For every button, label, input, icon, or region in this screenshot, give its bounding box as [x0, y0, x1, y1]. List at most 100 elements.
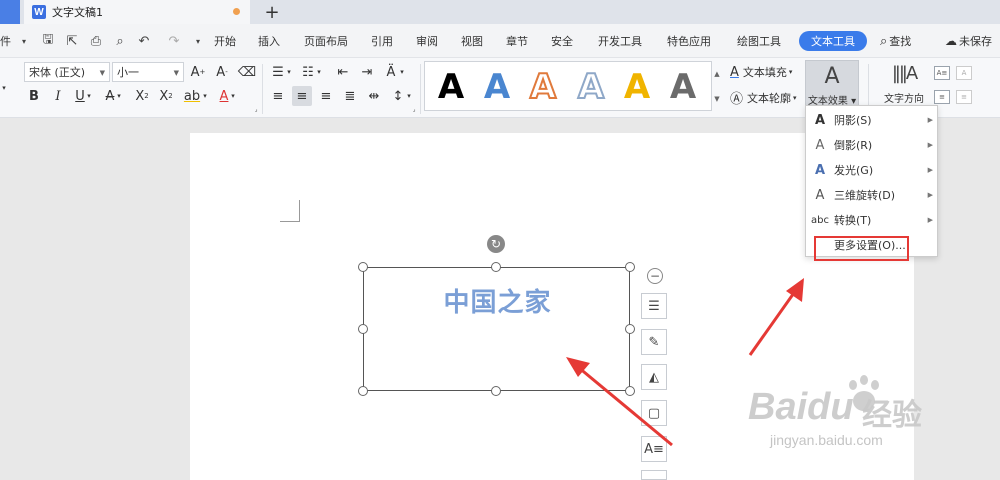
bold-icon[interactable]: B — [24, 86, 44, 106]
menu-dev-tools[interactable]: 开发工具 — [598, 24, 642, 58]
wps-writer-icon: W — [32, 5, 46, 19]
text-wrap-icon[interactable]: A≡ — [641, 436, 667, 462]
paragraph-dialog-launcher-icon[interactable]: ⌟ — [410, 104, 418, 114]
textbox-align-icon[interactable]: ≡ — [934, 90, 950, 104]
resize-handle[interactable] — [625, 262, 635, 272]
rotate-handle-icon[interactable]: ↻ — [487, 235, 505, 253]
print-icon[interactable]: ⎙ — [88, 33, 104, 49]
menu-item-shadow[interactable]: A 阴影(S) ▶ — [806, 108, 939, 132]
undo-icon[interactable]: ↶ — [136, 33, 152, 49]
collapse-toolbar-icon[interactable]: − — [647, 268, 663, 284]
superscript-icon[interactable]: X2 — [132, 86, 152, 106]
text-box[interactable]: 中国之家 — [363, 267, 630, 391]
resize-handle[interactable] — [358, 386, 368, 396]
text-outline-button[interactable]: Ⓐ 文本轮廓 ▾ — [730, 88, 797, 108]
menu-special[interactable]: 特色应用 — [667, 24, 711, 58]
align-right-icon[interactable]: ≡ — [316, 86, 336, 106]
layout-options-icon[interactable]: ☰ — [641, 293, 667, 319]
distributed-align-icon[interactable]: ⇹ — [364, 86, 384, 106]
font-size-select[interactable]: 小一 ▼ — [112, 62, 184, 82]
font-color-dropdown-icon[interactable]: ▾ — [228, 86, 238, 106]
export-icon[interactable]: ⇱ — [64, 33, 80, 49]
text-outline-icon: Ⓐ — [730, 92, 744, 107]
more-quick-icon[interactable]: ▾ — [190, 33, 206, 49]
italic-icon[interactable]: I — [48, 86, 68, 106]
menu-item-transform[interactable]: abc 转换(T) ▶ — [806, 208, 939, 232]
menu-file[interactable]: 件 — [0, 24, 11, 58]
shape-fill-icon[interactable]: ◭ — [641, 364, 667, 390]
resize-handle[interactable] — [358, 324, 368, 334]
gallery-up-icon[interactable]: ▲ — [714, 70, 719, 78]
document-tab[interactable]: W 文字文稿1 — [24, 0, 250, 24]
text-style-black[interactable]: A — [431, 65, 471, 109]
menu-drawing-tools[interactable]: 绘图工具 — [737, 24, 781, 58]
subscript-icon[interactable]: X2 — [156, 86, 176, 106]
menu-start[interactable]: 开始 — [214, 24, 236, 58]
text-style-orange-outline[interactable]: A — [523, 65, 563, 109]
link-textbox-icon[interactable]: A — [956, 66, 972, 80]
font-name-select[interactable]: 宋体 (正文) ▼ — [24, 62, 110, 82]
menu-item-label: 转换(T) — [834, 214, 872, 227]
gallery-scroll[interactable]: ▲ ▼ — [712, 61, 722, 111]
save-icon[interactable]: 🖫 — [40, 32, 56, 49]
menu-insert[interactable]: 插入 — [258, 24, 280, 58]
justify-icon[interactable]: ≣ — [340, 86, 360, 106]
text-style-light-outline[interactable]: A — [571, 65, 611, 109]
search-label: 查找 — [889, 35, 912, 48]
shape-style-icon[interactable]: ✎ — [641, 329, 667, 355]
bullet-dropdown-icon[interactable]: ▾ — [284, 62, 294, 82]
menu-item-glow[interactable]: A 发光(G) ▶ — [806, 158, 939, 182]
resize-handle[interactable] — [625, 324, 635, 334]
text-box-content[interactable]: 中国之家 — [364, 282, 631, 319]
redo-icon[interactable]: ↷ — [166, 33, 182, 49]
search-icon: ⌕ — [880, 33, 888, 49]
align-center-icon[interactable]: ≡ — [292, 86, 312, 106]
gallery-down-icon[interactable]: ▼ — [714, 95, 719, 103]
new-tab-button[interactable]: + — [258, 0, 286, 24]
text-style-blue[interactable]: A — [477, 65, 517, 109]
underline-dropdown-icon[interactable]: ▾ — [84, 86, 94, 106]
menu-view[interactable]: 视图 — [461, 24, 483, 58]
clear-format-icon[interactable]: ⌫ — [237, 62, 257, 82]
numbered-dropdown-icon[interactable]: ▾ — [314, 62, 324, 82]
collapsed-group-icon[interactable]: ▾ — [0, 78, 8, 98]
submenu-arrow-icon: ▶ — [927, 116, 933, 124]
grow-font-icon[interactable]: A + — [188, 62, 208, 82]
text-style-gray-gradient[interactable]: A — [663, 65, 703, 109]
highlight-dropdown-icon[interactable]: ▾ — [200, 86, 210, 106]
shrink-font-icon[interactable]: A- — [212, 62, 232, 82]
app-home-button[interactable] — [0, 0, 20, 24]
phonetic-dropdown-icon[interactable]: ▾ — [397, 62, 407, 82]
text-box-icon[interactable]: A≡ — [934, 66, 950, 80]
resize-handle[interactable] — [491, 386, 501, 396]
search-button[interactable]: ⌕ 查找 — [880, 24, 911, 58]
more-tools-icon[interactable] — [641, 470, 667, 480]
text-style-gold[interactable]: A — [617, 65, 657, 109]
resize-handle[interactable] — [625, 386, 635, 396]
submenu-arrow-icon: ▶ — [927, 141, 933, 149]
menu-references[interactable]: 引用 — [371, 24, 393, 58]
menu-chapter[interactable]: 章节 — [506, 24, 528, 58]
file-dropdown-icon[interactable]: ▾ — [16, 33, 32, 49]
increase-indent-icon[interactable]: ⇥ — [357, 62, 377, 82]
resize-handle[interactable] — [491, 262, 501, 272]
align-left-icon[interactable]: ≡ — [268, 86, 288, 106]
3d-rotation-icon: A — [815, 187, 825, 203]
menu-text-tools[interactable]: 文本工具 — [799, 31, 867, 51]
decrease-indent-icon[interactable]: ⇤ — [333, 62, 353, 82]
resize-handle[interactable] — [358, 262, 368, 272]
menu-security[interactable]: 安全 — [551, 24, 573, 58]
menu-review[interactable]: 审阅 — [416, 24, 438, 58]
menu-item-reflection[interactable]: A 倒影(R) ▶ — [806, 133, 939, 157]
highlight-icon[interactable]: ab — [182, 86, 202, 106]
cloud-save-status[interactable]: ☁ 未保存 — [945, 24, 992, 58]
textbox-margin-icon[interactable]: ≡ — [956, 90, 972, 104]
menu-item-3d-rotation[interactable]: A 三维旋转(D) ▶ — [806, 183, 939, 207]
print-preview-icon[interactable]: ⌕ — [112, 33, 128, 49]
line-spacing-dropdown-icon[interactable]: ▾ — [404, 86, 414, 106]
menu-layout[interactable]: 页面布局 — [304, 24, 348, 58]
font-dialog-launcher-icon[interactable]: ⌟ — [252, 104, 260, 114]
text-fill-button[interactable]: A 文本填充 ▾ — [730, 64, 792, 80]
strikethrough-dropdown-icon[interactable]: ▾ — [114, 86, 124, 106]
shape-outline-icon[interactable]: ▢ — [641, 400, 667, 426]
